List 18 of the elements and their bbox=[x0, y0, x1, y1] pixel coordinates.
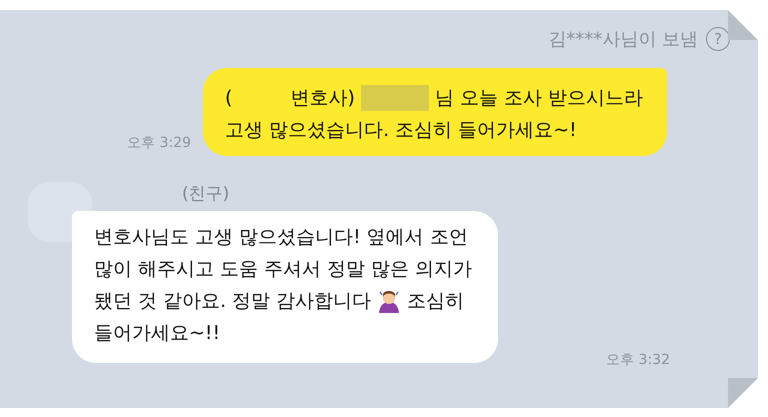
message-text: 고생 많으셨습니다. 조심히 들어가세요~! bbox=[225, 118, 577, 143]
message-time: 오후 3:29 bbox=[127, 134, 192, 152]
message-text: 변호사) bbox=[290, 86, 355, 111]
page-curl-corner bbox=[728, 10, 758, 40]
message-time: 오후 3:32 bbox=[606, 351, 670, 369]
message-text: 들어가세요~!! bbox=[94, 321, 220, 346]
message-text: 변호사님도 고생 많으셨습니다! 옆에서 조언 bbox=[94, 225, 468, 250]
page-curl-corner bbox=[728, 378, 758, 408]
message-text: 님 오늘 조사 받으시느라 bbox=[434, 86, 643, 111]
bowing-person-icon bbox=[377, 289, 402, 313]
sender-note: 김****사님이 보냄 bbox=[548, 28, 698, 51]
redaction-block bbox=[360, 85, 429, 111]
message-text: 됐던 것 같아요. 정말 감사합니다 bbox=[94, 289, 372, 314]
message-text: ( bbox=[225, 86, 232, 111]
message-text: 많이 해주시고 도움 주셔서 정말 많은 의지가 bbox=[94, 257, 472, 282]
help-button[interactable]: ? bbox=[706, 27, 730, 51]
sender-name: (친구) bbox=[182, 183, 230, 205]
message-text: 조심히 bbox=[407, 289, 464, 314]
